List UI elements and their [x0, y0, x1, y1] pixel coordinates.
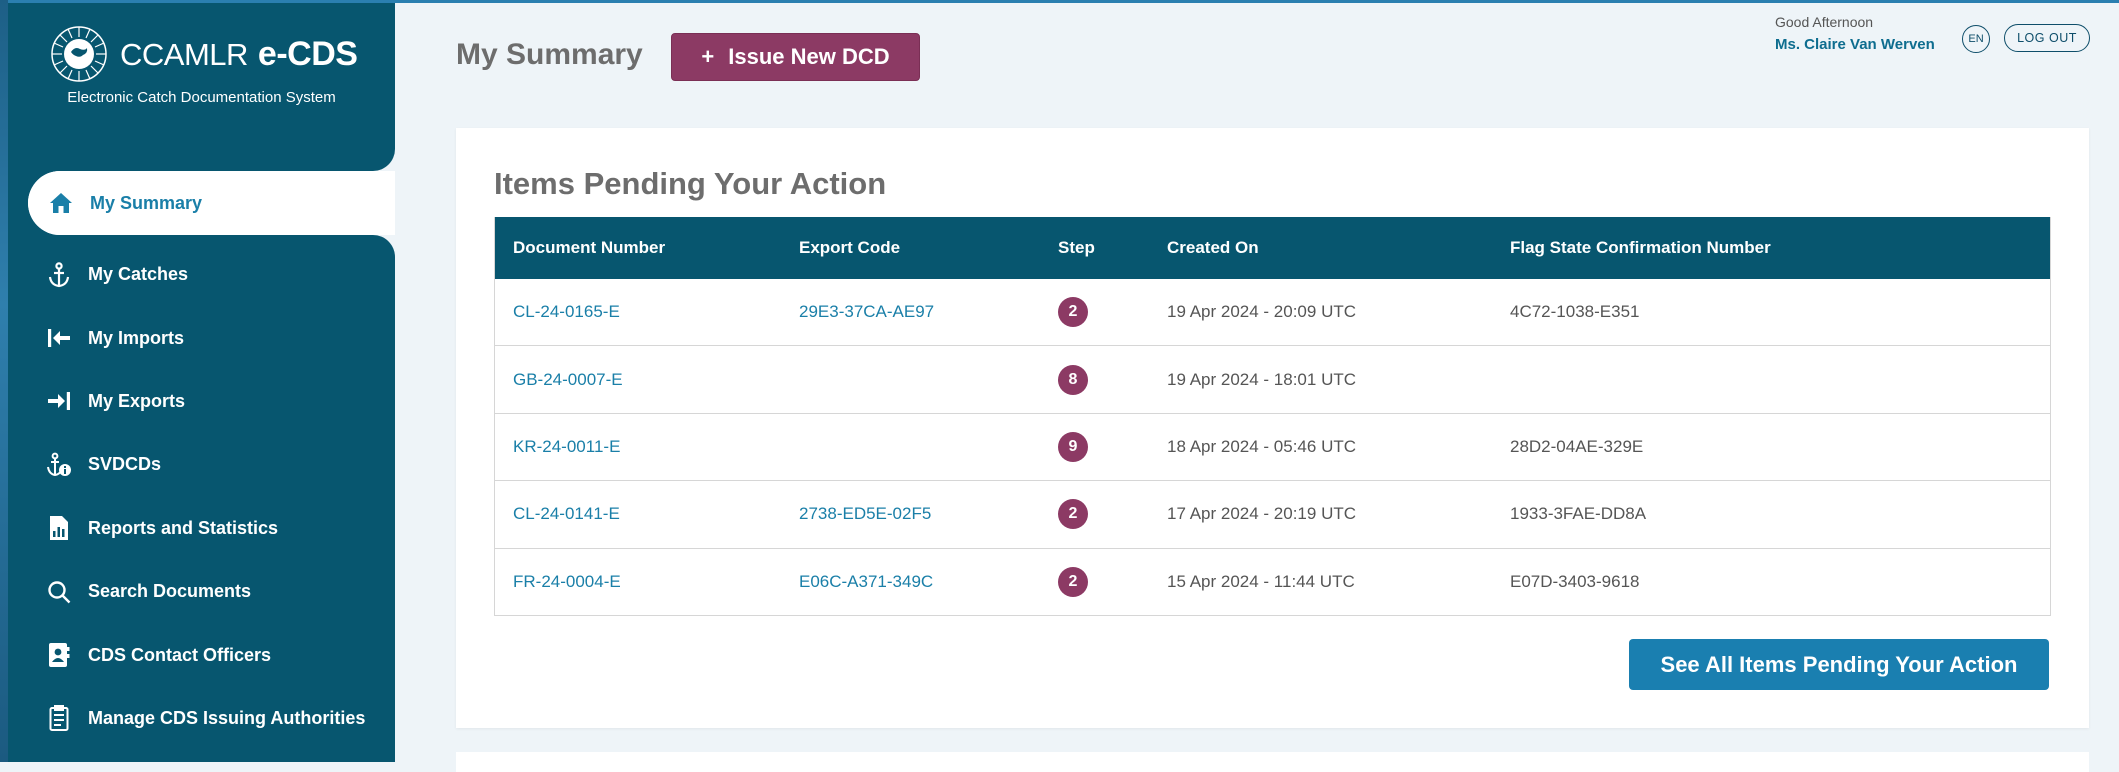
document-number-link[interactable]: KR-24-0011-E: [513, 437, 620, 457]
flag-state-number: E07D-3403-9618: [1510, 571, 1640, 591]
pending-table: Document Number Export Code Step Created…: [494, 217, 2051, 616]
pending-actions-card: Items Pending Your Action Document Numbe…: [456, 128, 2089, 728]
sidebar-item-my-imports[interactable]: My Imports: [8, 306, 395, 369]
flag-state-number: 28D2-04AE-329E: [1510, 436, 1644, 456]
flag-state-number: 1933-3FAE-DD8A: [1510, 504, 1647, 524]
document-number-link[interactable]: CL-24-0141-E: [513, 504, 620, 524]
anchor-info-icon: [46, 452, 72, 478]
document-number-link[interactable]: CL-24-0165-E: [513, 302, 620, 322]
created-on: 19 Apr 2024 - 18:01 UTC: [1167, 369, 1357, 389]
sidebar-item-label: CDS Contact Officers: [88, 644, 272, 665]
import-icon: [46, 325, 72, 351]
brand-name: CCAMLR e-CDS: [120, 34, 358, 74]
sidebar-item-manage-authorities[interactable]: Manage CDS Issuing Authorities: [8, 687, 395, 750]
table-row: GB-24-0007-E 8 19 Apr 2024 - 18:01 UTC: [495, 345, 2050, 412]
export-code-link[interactable]: 2738-ED5E-02F5: [799, 504, 931, 524]
home-icon: [48, 190, 74, 216]
step-badge: 9: [1058, 431, 1088, 462]
created-on: 15 Apr 2024 - 11:44 UTC: [1167, 571, 1355, 591]
column-header-step: Step: [1058, 238, 1095, 257]
sidebar-item-label: My Summary: [90, 192, 203, 213]
sidebar-item-label: My Imports: [88, 327, 185, 348]
column-header-export-code: Export Code: [799, 238, 901, 257]
page-title: My Summary: [456, 38, 643, 71]
sidebar-item-label: Search Documents: [88, 581, 252, 602]
document-number-link[interactable]: GB-24-0007-E: [513, 370, 623, 390]
sidebar-item-search-documents[interactable]: Search Documents: [8, 560, 395, 623]
table-body: CL-24-0165-E 29E3-37CA-AE97 2 19 Apr 202…: [495, 279, 2050, 615]
table-row: CL-24-0165-E 29E3-37CA-AE97 2 19 Apr 202…: [495, 279, 2050, 345]
step-badge: 2: [1058, 499, 1088, 530]
anchor-icon: [46, 261, 72, 288]
sidebar-item-my-exports[interactable]: My Exports: [8, 370, 395, 433]
table-row: CL-24-0141-E 2738-ED5E-02F5 2 17 Apr 202…: [495, 480, 2050, 547]
background-edge: [0, 0, 8, 762]
logout-button[interactable]: LOG OUT: [2004, 24, 2090, 52]
language-selector[interactable]: EN: [1962, 25, 1990, 53]
created-on: 18 Apr 2024 - 05:46 UTC: [1167, 436, 1357, 456]
brand-logo[interactable]: CCAMLR e-CDS: [50, 25, 358, 83]
user-name: Ms. Claire Van Werven: [1775, 36, 1935, 53]
report-icon: [46, 515, 72, 541]
issue-button-label: Issue New DCD: [728, 44, 890, 69]
export-icon: [46, 388, 72, 414]
flag-state-number: 4C72-1038-E351: [1510, 302, 1640, 322]
brand-name-ecds: e-CDS: [257, 34, 358, 73]
nav-active-container: My Summary: [28, 149, 395, 257]
sidebar-item-my-summary[interactable]: My Summary: [28, 171, 395, 235]
step-badge: 2: [1058, 297, 1088, 328]
step-badge: 8: [1058, 364, 1088, 395]
export-code-link[interactable]: E06C-A371-349C: [799, 572, 933, 592]
created-on: 17 Apr 2024 - 20:19 UTC: [1167, 504, 1357, 524]
search-icon: [46, 579, 72, 605]
ccamlr-logo-icon: [51, 26, 107, 82]
card-title: Items Pending Your Action: [494, 166, 887, 201]
sidebar-item-my-catches[interactable]: My Catches: [8, 243, 395, 306]
created-on: 19 Apr 2024 - 20:09 UTC: [1167, 302, 1357, 322]
sidebar-item-label: My Catches: [88, 264, 189, 285]
greeting-text: Good Afternoon: [1775, 14, 1874, 30]
table-row: KR-24-0011-E 9 18 Apr 2024 - 05:46 UTC 2…: [495, 412, 2050, 480]
sidebar-item-label: SVDCDs: [88, 454, 162, 475]
next-card: [456, 752, 2089, 772]
sidebar: CCAMLR e-CDS Electronic Catch Documentati…: [8, 3, 395, 762]
brand-subtitle: Electronic Catch Documentation System: [67, 89, 336, 106]
brand-name-ccamlr: CCAMLR: [120, 36, 248, 72]
sidebar-item-label: My Exports: [88, 390, 186, 411]
sidebar-item-label: Manage CDS Issuing Authorities: [88, 707, 366, 728]
column-header-document-number: Document Number: [513, 238, 666, 257]
step-badge: 2: [1058, 566, 1088, 597]
export-code-link[interactable]: 29E3-37CA-AE97: [799, 302, 934, 322]
document-number-link[interactable]: FR-24-0004-E: [513, 572, 621, 592]
sidebar-item-svdcds[interactable]: SVDCDs: [8, 433, 395, 496]
see-all-pending-button[interactable]: See All Items Pending Your Action: [1629, 639, 2049, 690]
issue-new-dcd-button[interactable]: + Issue New DCD: [671, 33, 920, 81]
brand-block: CCAMLR e-CDS Electronic Catch Documentati…: [8, 3, 395, 171]
sidebar-item-reports[interactable]: Reports and Statistics: [8, 497, 395, 560]
table-header: Document Number Export Code Step Created…: [495, 217, 2050, 279]
column-header-flag-state: Flag State Confirmation Number: [1510, 238, 1771, 257]
table-row: FR-24-0004-E E06C-A371-349C 2 15 Apr 202…: [495, 547, 2050, 615]
sidebar-item-contact-officers[interactable]: CDS Contact Officers: [8, 623, 395, 686]
checklist-icon: [46, 705, 72, 732]
sidebar-nav: My Catches My Imports My Exports SVDCDs …: [8, 243, 395, 750]
column-header-created-on: Created On: [1167, 238, 1259, 257]
plus-icon: +: [701, 44, 715, 69]
sidebar-item-label: Reports and Statistics: [88, 517, 279, 538]
contact-card-icon: [46, 642, 72, 668]
